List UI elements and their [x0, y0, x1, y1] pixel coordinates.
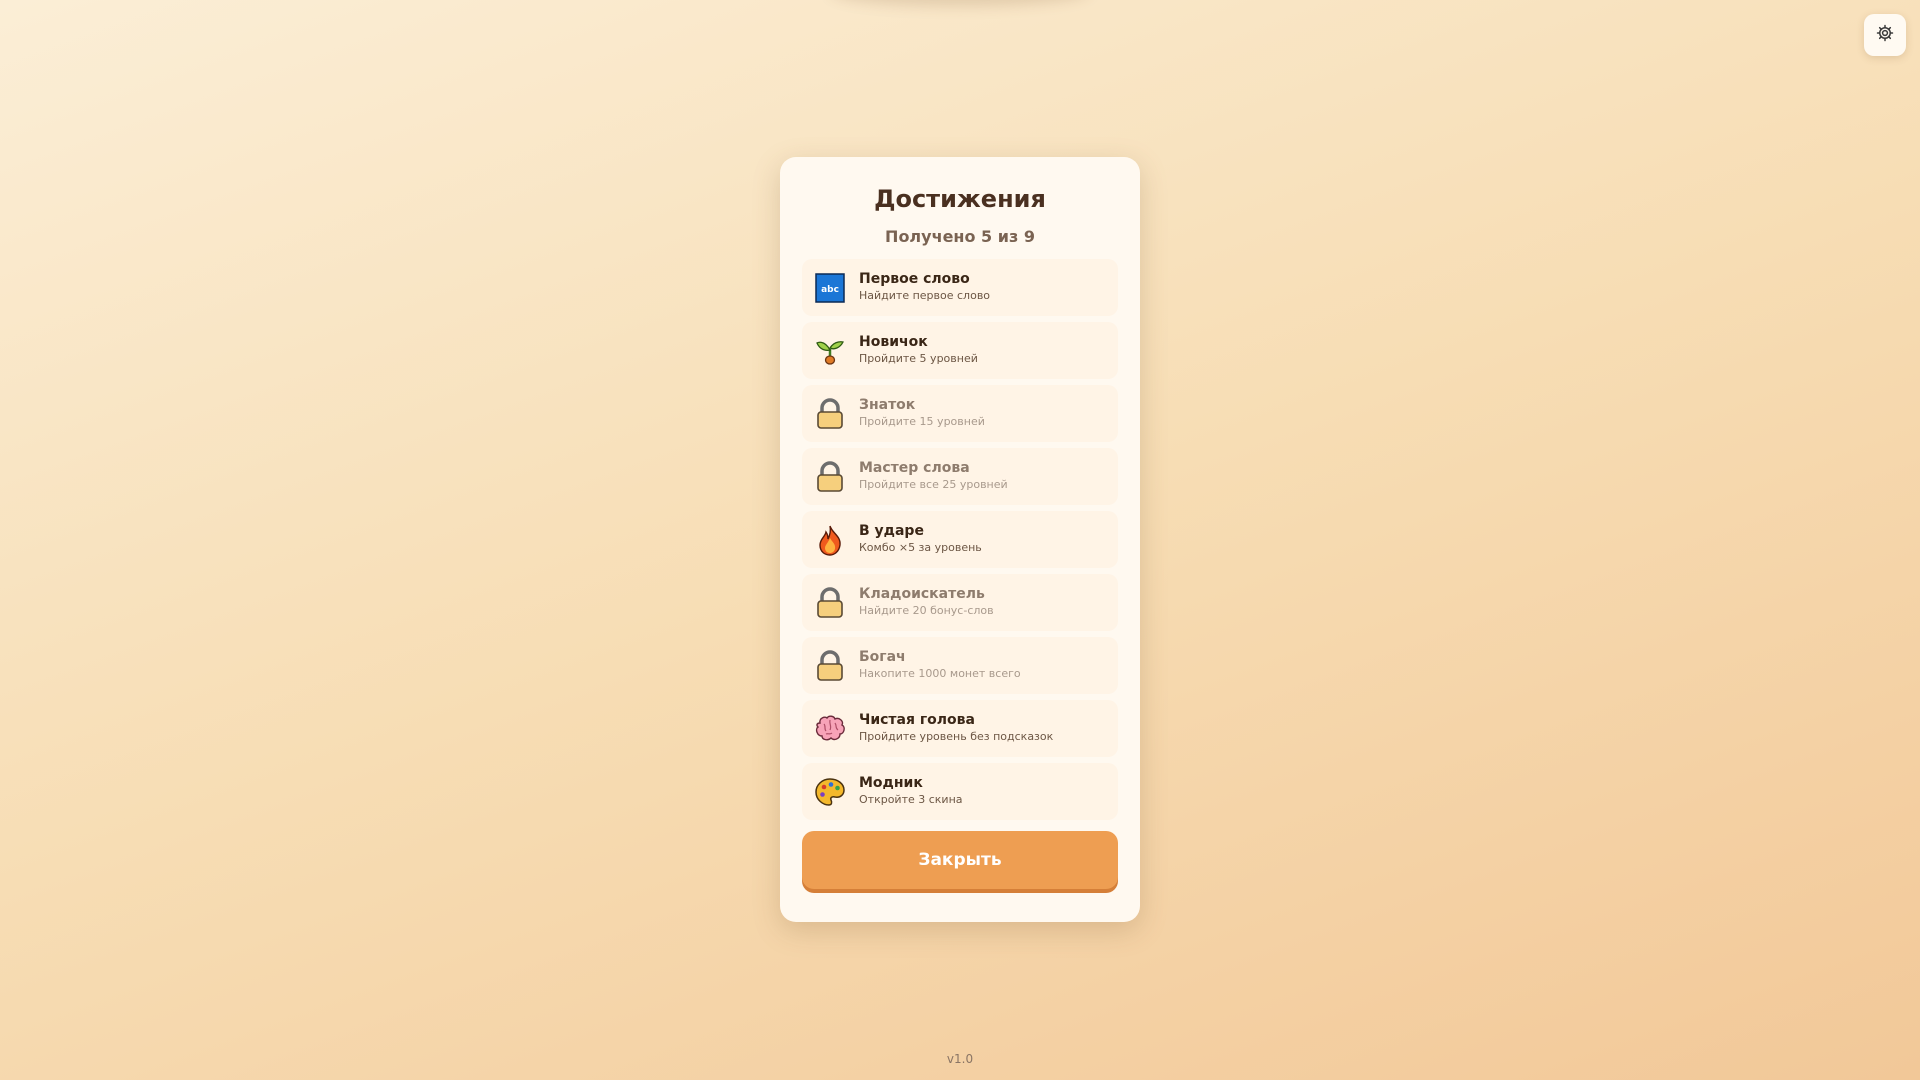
settings-button[interactable] [1864, 14, 1906, 56]
achievement-description: Пройдите 5 уровней [859, 352, 978, 365]
achievement-name: В ударе [859, 523, 924, 539]
achievement-description: Накопите 1000 монет всего [859, 667, 1021, 680]
achievement-description: Пройдите все 25 уровней [859, 478, 1008, 491]
lock-icon [814, 649, 846, 682]
achievement-description: Найдите первое слово [859, 289, 991, 302]
achievement-name: Первое слово [859, 271, 970, 287]
achievements-progress: Получено 5 из 9 [885, 227, 1035, 246]
achievement-item: Модник Откройте 3 скина [802, 763, 1118, 820]
achievement-name: Чистая голова [859, 712, 975, 728]
version-label: v1.0 [946, 1052, 974, 1066]
achievement-item: Чистая голова Пройдите уровень без подск… [802, 700, 1118, 757]
achievement-name: Кладоискатель [859, 586, 985, 602]
palette-icon [814, 776, 846, 808]
brain-icon [814, 713, 846, 745]
achievement-item: Новичок Пройдите 5 уровней [802, 322, 1118, 379]
achievement-description: Комбо ×5 за уровень [859, 541, 982, 554]
achievement-item: abc Первое слово Найдите первое слово [802, 259, 1118, 316]
lock-icon [814, 397, 846, 430]
achievement-item-locked: Знаток Пройдите 15 уровней [802, 385, 1118, 442]
achievement-item: В ударе Комбо ×5 за уровень [802, 511, 1118, 568]
achievement-description: Пройдите уровень без подсказок [859, 730, 1054, 743]
achievement-name: Модник [859, 775, 923, 791]
modal-title: Достижения [874, 185, 1046, 213]
fire-icon [814, 524, 846, 556]
achievement-description: Найдите 20 бонус-слов [859, 604, 994, 617]
svg-text:abc: abc [821, 285, 839, 295]
achievement-name: Новичок [859, 334, 928, 350]
achievement-description: Откройте 3 скина [859, 793, 963, 806]
achievement-description: Пройдите 15 уровней [859, 415, 985, 428]
achievement-item-locked: Богач Накопите 1000 монет всего [802, 637, 1118, 694]
close-button[interactable]: Закрыть [802, 831, 1118, 889]
achievement-name: Мастер слова [859, 460, 970, 476]
achievement-name: Богач [859, 649, 906, 665]
achievements-list: abc Первое слово Найдите первое слово Но… [802, 259, 1118, 820]
achievement-item-locked: Мастер слова Пройдите все 25 уровней [802, 448, 1118, 505]
lock-icon [814, 460, 846, 493]
abc-icon: abc [814, 272, 846, 304]
seedling-icon [814, 335, 846, 367]
achievement-name: Знаток [859, 397, 916, 413]
achievement-item-locked: Кладоискатель Найдите 20 бонус-слов [802, 574, 1118, 631]
achievements-modal: Достижения Получено 5 из 9 abc Первое сл… [780, 157, 1140, 922]
lock-icon [814, 586, 846, 619]
gear-icon [1876, 24, 1894, 46]
